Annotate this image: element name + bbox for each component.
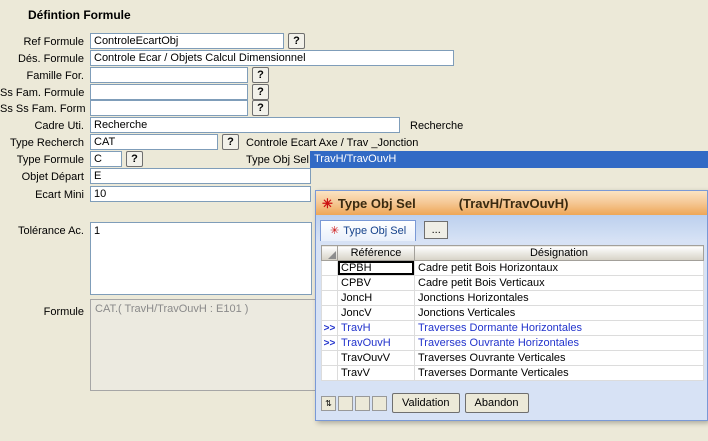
designation-cell[interactable]: Jonctions Verticales — [415, 306, 704, 321]
record-nav-sort-button[interactable]: ⇅ — [321, 396, 336, 411]
record-nav-button[interactable] — [372, 396, 387, 411]
page-title: Défintion Formule — [28, 8, 131, 22]
ss-ss-fam-input[interactable] — [90, 100, 248, 116]
app-icon: ✳ — [322, 197, 333, 210]
formule-display: CAT.( TravH/TravOuvH : E101 ) — [90, 299, 316, 391]
designation-cell[interactable]: Cadre petit Bois Verticaux — [415, 276, 704, 291]
designation-cell[interactable]: Cadre petit Bois Horizontaux — [415, 261, 704, 276]
ref-formule-help-button[interactable]: ? — [288, 33, 305, 49]
table-row[interactable]: >> TravH Traverses Dormante Horizontales — [322, 321, 704, 336]
type-obj-sel-popup: ✳ Type Obj Sel (TravH/TravOuvH) ✳ Type O… — [315, 190, 708, 421]
field-row-ss-ss-fam: Ss Ss Fam. Form ? — [0, 100, 708, 118]
cadre-uti-label: Cadre Uti. — [0, 120, 84, 132]
row-marker — [322, 261, 338, 276]
table-row[interactable]: TravV Traverses Dormante Verticales — [322, 366, 704, 381]
row-marker: >> — [322, 336, 338, 351]
popup-titlebar[interactable]: ✳ Type Obj Sel (TravH/TravOuvH) — [316, 191, 707, 215]
ss-fam-label: Ss Fam. Formule — [0, 87, 84, 99]
popup-title: Type Obj Sel — [338, 196, 416, 211]
tolerance-label: Tolérance Ac. — [0, 225, 84, 237]
col-header-designation[interactable]: Désignation — [415, 246, 704, 261]
ss-fam-input[interactable] — [90, 84, 248, 100]
table-row[interactable]: JoncV Jonctions Verticales — [322, 306, 704, 321]
ref-formule-label: Ref Formule — [0, 36, 84, 48]
type-obj-sel-label: Type Obj Sel — [246, 154, 309, 166]
table-header-row: Référence Désignation — [322, 246, 704, 261]
des-formule-input[interactable] — [90, 50, 454, 66]
reference-cell[interactable]: JoncH — [338, 291, 415, 306]
popup-title-context: (TravH/TravOuvH) — [459, 196, 569, 211]
type-obj-table: Référence Désignation CPBH Cadre petit B… — [321, 245, 704, 381]
tab-label: Type Obj Sel — [343, 225, 406, 237]
field-row-famille: Famille For. ? — [0, 67, 708, 85]
famille-input[interactable] — [90, 67, 248, 83]
designation-cell[interactable]: Traverses Dormante Verticales — [415, 366, 704, 381]
record-nav-button[interactable] — [355, 396, 370, 411]
row-marker — [322, 351, 338, 366]
reference-cell[interactable]: JoncV — [338, 306, 415, 321]
designation-cell[interactable]: Traverses Dormante Horizontales — [415, 321, 704, 336]
tolerance-input[interactable]: 1 — [90, 222, 312, 295]
tab-type-obj-sel[interactable]: ✳ Type Obj Sel — [320, 220, 416, 241]
more-options-button[interactable]: ... — [424, 221, 448, 239]
table-row[interactable]: CPBH Cadre petit Bois Horizontaux — [322, 261, 704, 276]
type-obj-sel-value-field[interactable]: TravH/TravOuvH — [310, 151, 708, 168]
type-recherch-label: Type Recherch — [0, 137, 84, 149]
reference-cell[interactable]: TravOuvH — [338, 336, 415, 351]
des-formule-label: Dés. Formule — [0, 53, 84, 65]
reference-cell[interactable]: CPBH — [338, 261, 415, 276]
popup-tab-strip: ✳ Type Obj Sel ... — [316, 215, 707, 241]
objet-depart-input[interactable] — [90, 168, 311, 184]
row-marker — [322, 306, 338, 321]
designation-cell[interactable]: Jonctions Horizontales — [415, 291, 704, 306]
field-row-type-formule: Type Formule ? Type Obj Sel TravH/TravOu… — [0, 151, 708, 169]
reference-cell[interactable]: TravOuvV — [338, 351, 415, 366]
popup-bottom-bar: ⇅ Validation Abandon — [321, 393, 529, 413]
field-row-type-recherch: Type Recherch ? Controle Ecart Axe / Tra… — [0, 134, 708, 152]
type-recherch-help-button[interactable]: ? — [222, 134, 239, 150]
type-recherch-description: Controle Ecart Axe / Trav _Jonction — [246, 137, 418, 149]
objet-depart-label: Objet Départ — [0, 171, 84, 183]
ss-fam-help-button[interactable]: ? — [252, 84, 269, 100]
record-nav-button[interactable] — [338, 396, 353, 411]
cadre-uti-input[interactable] — [90, 117, 400, 133]
select-all-header[interactable] — [322, 246, 338, 261]
ecart-mini-input[interactable] — [90, 186, 311, 202]
famille-help-button[interactable]: ? — [252, 67, 269, 83]
definition-formule-window: Défintion Formule Ref Formule ? Dés. For… — [0, 0, 708, 441]
formule-label: Formule — [0, 306, 84, 318]
type-formule-label: Type Formule — [0, 154, 84, 166]
ss-ss-fam-help-button[interactable]: ? — [252, 100, 269, 116]
table-row[interactable]: >> TravOuvH Traverses Ouvrante Horizonta… — [322, 336, 704, 351]
field-row-objet-depart: Objet Départ — [0, 168, 708, 186]
field-row-des-formule: Dés. Formule — [0, 50, 708, 68]
reference-cell[interactable]: TravH — [338, 321, 415, 336]
sort-triangle-icon — [328, 251, 336, 259]
ss-ss-fam-label: Ss Ss Fam. Form — [0, 103, 84, 115]
type-formule-input[interactable] — [90, 151, 122, 167]
row-marker — [322, 366, 338, 381]
field-row-cadre-uti: Cadre Uti. Recherche — [0, 117, 708, 135]
type-recherch-input[interactable] — [90, 134, 218, 150]
validation-button[interactable]: Validation — [392, 393, 460, 413]
cadre-uti-suffix-text: Recherche — [410, 120, 463, 132]
type-formule-help-button[interactable]: ? — [126, 151, 143, 167]
table-row[interactable]: TravOuvV Traverses Ouvrante Verticales — [322, 351, 704, 366]
ref-formule-input[interactable] — [90, 33, 284, 49]
famille-label: Famille For. — [0, 70, 84, 82]
table-row[interactable]: CPBV Cadre petit Bois Verticaux — [322, 276, 704, 291]
col-header-reference[interactable]: Référence — [338, 246, 415, 261]
reference-cell[interactable]: CPBV — [338, 276, 415, 291]
field-row-ref-formule: Ref Formule ? — [0, 33, 708, 51]
abandon-button[interactable]: Abandon — [465, 393, 529, 413]
ecart-mini-label: Ecart Mini — [0, 189, 84, 201]
tab-icon: ✳ — [330, 225, 339, 238]
table-row[interactable]: JoncH Jonctions Horizontales — [322, 291, 704, 306]
row-marker: >> — [322, 321, 338, 336]
row-marker — [322, 276, 338, 291]
row-marker — [322, 291, 338, 306]
designation-cell[interactable]: Traverses Ouvrante Horizontales — [415, 336, 704, 351]
reference-cell[interactable]: TravV — [338, 366, 415, 381]
designation-cell[interactable]: Traverses Ouvrante Verticales — [415, 351, 704, 366]
